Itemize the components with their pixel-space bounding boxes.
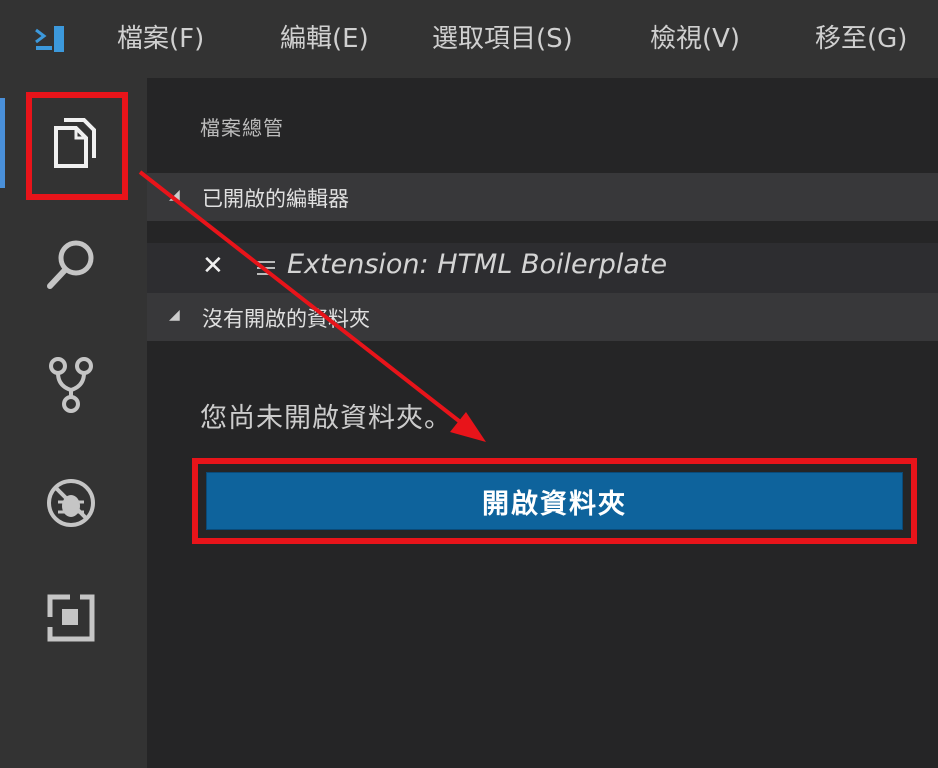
menu-view[interactable]: 檢視(V) xyxy=(650,18,740,60)
text-file-icon xyxy=(257,261,275,275)
open-editor-name: Extension: HTML Boilerplate xyxy=(287,249,668,280)
no-folder-header[interactable]: ◢ 沒有開啟的資料夾 xyxy=(147,293,938,341)
menu-selection[interactable]: 選取項目(S) xyxy=(432,18,573,60)
collapse-triangle-icon: ◢ xyxy=(169,187,180,203)
vscode-logo-icon xyxy=(35,26,64,52)
menu-go[interactable]: 移至(G) xyxy=(815,18,907,60)
no-folder-message: 您尚未開啟資料夾。 xyxy=(200,403,452,434)
extensions-icon[interactable] xyxy=(36,583,106,653)
open-editor-item[interactable]: ✕ Extension: HTML Boilerplate xyxy=(147,243,938,293)
debug-icon[interactable] xyxy=(36,468,106,538)
active-indicator xyxy=(0,98,5,188)
open-editors-header[interactable]: ◢ 已開啟的編輯器 xyxy=(147,173,938,221)
source-control-icon[interactable] xyxy=(36,348,106,418)
open-editors-label: 已開啟的編輯器 xyxy=(202,187,349,211)
collapse-triangle-icon: ◢ xyxy=(169,307,180,323)
close-icon[interactable]: ✕ xyxy=(202,251,224,281)
menu-bar: 檔案(F) 編輯(E) 選取項目(S) 檢視(V) 移至(G) xyxy=(0,0,938,78)
search-icon[interactable] xyxy=(36,230,106,300)
explorer-sidebar: 檔案總管 ◢ 已開啟的編輯器 ✕ Extension: HTML Boilerp… xyxy=(147,78,938,768)
menu-file[interactable]: 檔案(F) xyxy=(117,18,204,60)
sidebar-title: 檔案總管 xyxy=(200,116,284,140)
open-folder-highlight: 開啟資料夾 xyxy=(192,458,917,544)
no-folder-label: 沒有開啟的資料夾 xyxy=(202,307,370,331)
open-folder-button[interactable]: 開啟資料夾 xyxy=(206,472,903,530)
explorer-highlight xyxy=(26,92,128,200)
menu-edit[interactable]: 編輯(E) xyxy=(280,18,369,60)
